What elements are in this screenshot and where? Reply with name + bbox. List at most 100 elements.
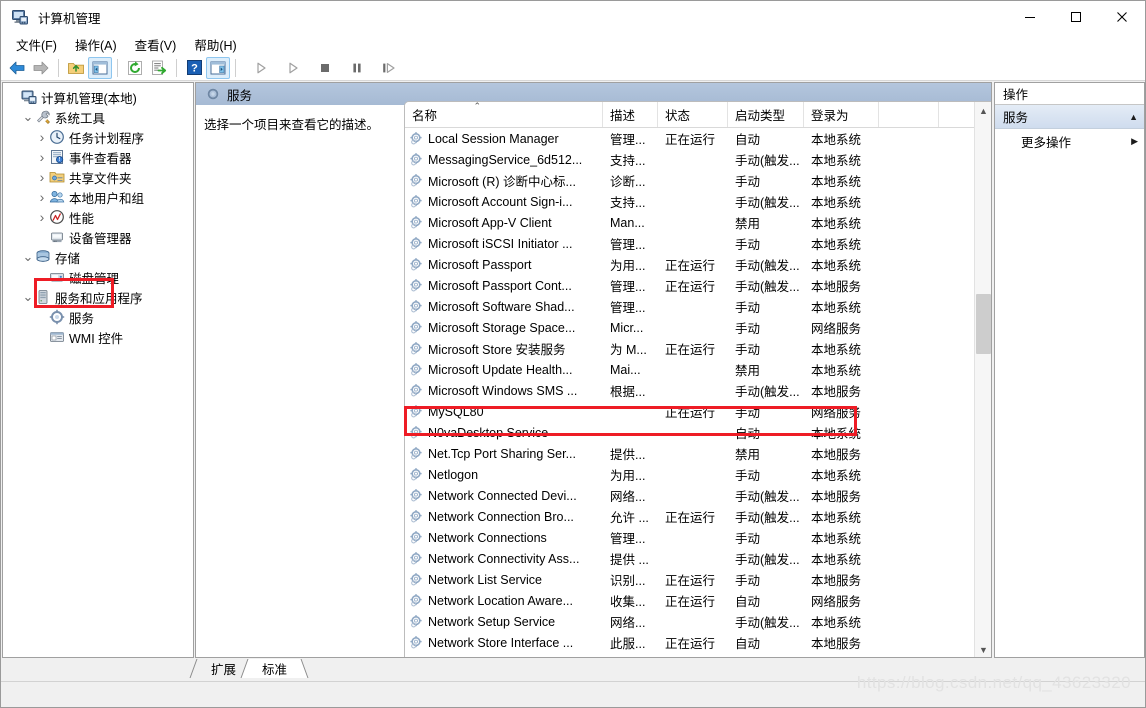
table-row[interactable]: Microsoft Software Shad... 管理... 手动 本地系统	[405, 296, 991, 317]
menu-bar: 文件(F) 操作(A) 查看(V) 帮助(H)	[1, 33, 1145, 55]
cell-status: 正在运行	[665, 280, 716, 294]
chevron-right-icon[interactable]: ›	[35, 129, 49, 145]
toolbar-resume-service[interactable]	[281, 57, 305, 79]
window-controls	[1007, 1, 1145, 33]
column-description[interactable]: 描述	[603, 102, 658, 127]
table-row[interactable]: Microsoft Account Sign-i... 支持... 手动(触发...…	[405, 191, 991, 212]
cell-startup-type: 手动(触发...	[735, 616, 800, 630]
device-manager-icon	[49, 229, 65, 245]
menu-action[interactable]: 操作(A)	[66, 33, 126, 56]
table-row[interactable]: Network Connectivity Ass... 提供 ... 手动(触发..…	[405, 548, 991, 569]
table-row[interactable]: Network Connections 管理... 手动 本地系统	[405, 527, 991, 548]
menu-file[interactable]: 文件(F)	[7, 33, 66, 56]
table-row[interactable]: Microsoft Update Health... Mai... 禁用 本地系统	[405, 359, 991, 380]
toolbar-show-action-pane[interactable]	[206, 56, 230, 79]
chevron-up-icon[interactable]: ▲	[1129, 112, 1138, 122]
column-log-on-as-label: 登录为	[811, 108, 849, 123]
table-row[interactable]: Network List Service 识别... 正在运行 手动 本地服务	[405, 569, 991, 590]
cell-description: Micr...	[610, 320, 644, 335]
maximize-button[interactable]	[1053, 1, 1099, 33]
table-row[interactable]: Microsoft Passport Cont... 管理... 正在运行 手动(触发…	[405, 275, 991, 296]
tree-event-viewer[interactable]: ›! 事件查看器	[3, 147, 193, 167]
table-row[interactable]: MySQL80 正在运行 手动 网络服务	[405, 401, 991, 422]
tree-wmi-control[interactable]: WMI 控件	[3, 327, 193, 347]
column-spacer[interactable]	[879, 102, 939, 127]
cell-service-name: Netlogon	[405, 467, 603, 482]
service-name-label: Network List Service	[428, 572, 542, 587]
chevron-right-icon[interactable]: ›	[35, 149, 49, 165]
menu-help[interactable]: 帮助(H)	[185, 33, 245, 56]
chevron-down-icon[interactable]: ⌄	[21, 110, 35, 123]
service-name-label: Microsoft iSCSI Initiator ...	[428, 236, 573, 251]
toolbar-help[interactable]: ?	[182, 57, 206, 79]
services-list-scrollbar[interactable]: ▲ ▼	[974, 102, 991, 657]
service-name-label: Microsoft Update Health...	[428, 362, 573, 377]
tree-system-tools[interactable]: ⌄ 系统工具	[3, 107, 193, 127]
table-row[interactable]: Local Session Manager 管理... 正在运行 自动 本地系统	[405, 128, 991, 149]
tree-disk-management[interactable]: 磁盘管理	[3, 267, 193, 287]
wmi-control-icon	[49, 329, 65, 345]
menu-view[interactable]: 查看(V)	[126, 33, 186, 56]
toolbar-restart-service[interactable]	[377, 57, 401, 79]
table-row[interactable]: Network Store Interface ... 此服... 正在运行 自动 本地…	[405, 632, 991, 653]
toolbar-stop-service[interactable]	[313, 57, 337, 79]
tree-storage[interactable]: ⌄ 存储	[3, 247, 193, 267]
actions-group-services[interactable]: 服务 ▲	[995, 105, 1144, 129]
table-row[interactable]: Microsoft Passport 为用... 正在运行 手动(触发... 本地系统	[405, 254, 991, 275]
tree-device-manager[interactable]: 设备管理器	[3, 227, 193, 247]
table-row[interactable]: Network Setup Service 网络... 手动(触发... 本地系统	[405, 611, 991, 632]
toolbar-pause-service[interactable]	[345, 57, 369, 79]
table-row[interactable]: Net.Tcp Port Sharing Ser... 提供... 禁用 本地服务	[405, 443, 991, 464]
tree-computer-management-local[interactable]: 计算机管理(本地)	[3, 87, 193, 107]
scroll-up-icon[interactable]: ▲	[975, 102, 991, 119]
service-name-label: Microsoft Passport Cont...	[428, 278, 572, 293]
table-row[interactable]: Network Location Aware... 收集... 正在运行 自动 网络服务	[405, 590, 991, 611]
column-startup-type[interactable]: 启动类型	[728, 102, 804, 127]
toolbar-export-list[interactable]	[147, 57, 171, 79]
toolbar-start-service[interactable]	[249, 57, 273, 79]
toolbar-back[interactable]	[5, 57, 29, 79]
tree-shared-folders[interactable]: › 共享文件夹	[3, 167, 193, 187]
table-row[interactable]: Microsoft iSCSI Initiator ... 管理... 手动 本地系统	[405, 233, 991, 254]
scroll-down-icon[interactable]: ▼	[975, 641, 991, 657]
cell-service-name: Microsoft Windows SMS ...	[405, 383, 603, 398]
tree-device-manager-label: 设备管理器	[69, 231, 132, 246]
table-row[interactable]: Microsoft Store 安装服务 为 M... 正在运行 手动 本地系统	[405, 338, 991, 359]
tab-standard[interactable]: 标准	[249, 659, 301, 678]
tree-services[interactable]: 服务	[3, 307, 193, 327]
cell-startup-type: 禁用	[735, 364, 761, 378]
toolbar-up-one-level[interactable]	[64, 57, 88, 79]
close-button[interactable]	[1099, 1, 1145, 33]
scrollbar-thumb[interactable]	[976, 294, 991, 354]
chevron-right-icon[interactable]: ›	[35, 169, 49, 185]
toolbar-refresh[interactable]	[123, 57, 147, 79]
column-log-on-as[interactable]: 登录为	[804, 102, 879, 127]
table-row[interactable]: Network Connection Bro... 允许 ... 正在运行 手动(触发…	[405, 506, 991, 527]
chevron-down-icon[interactable]: ⌄	[21, 250, 35, 263]
table-row[interactable]: Netlogon 为用... 手动 本地系统	[405, 464, 991, 485]
tree-task-scheduler[interactable]: › 任务计划程序	[3, 127, 193, 147]
tree-local-users-and-groups[interactable]: › 本地用户和组	[3, 187, 193, 207]
chevron-right-icon[interactable]: ›	[35, 189, 49, 205]
action-more-actions[interactable]: 更多操作 ▶	[995, 129, 1144, 153]
column-name[interactable]: ⌃ 名称	[405, 101, 603, 127]
table-row[interactable]: Network Connected Devi... 网络... 手动(触发... 本地…	[405, 485, 991, 506]
table-row[interactable]: Microsoft Windows SMS ... 根据... 手动(触发... 本地…	[405, 380, 991, 401]
table-row[interactable]: Microsoft (R) 诊断中心标... 诊断... 手动 本地系统	[405, 170, 991, 191]
table-row[interactable]: MessagingService_6d512... 支持... 手动(触发... 本地…	[405, 149, 991, 170]
table-row[interactable]: N0vaDesktop Service 自动 本地系统	[405, 422, 991, 443]
table-row[interactable]: Microsoft Storage Space... Micr... 手动 网络服务	[405, 317, 991, 338]
column-status[interactable]: 状态	[658, 102, 728, 127]
minimize-button[interactable]	[1007, 1, 1053, 33]
tree-services-and-applications[interactable]: ⌄ 服务和应用程序	[3, 287, 193, 307]
table-row[interactable]: Microsoft App-V Client Man... 禁用 本地系统	[405, 212, 991, 233]
service-name-label: Microsoft (R) 诊断中心标...	[428, 175, 576, 189]
chevron-right-icon[interactable]: ›	[35, 209, 49, 225]
toolbar-forward[interactable]	[29, 57, 53, 79]
service-gear-icon	[409, 341, 424, 356]
toolbar-show-console-tree[interactable]	[88, 56, 112, 79]
chevron-down-icon[interactable]: ⌄	[21, 290, 35, 303]
tree-performance[interactable]: › 性能	[3, 207, 193, 227]
service-gear-icon	[409, 236, 424, 251]
sort-ascending-icon: ⌃	[473, 101, 482, 111]
